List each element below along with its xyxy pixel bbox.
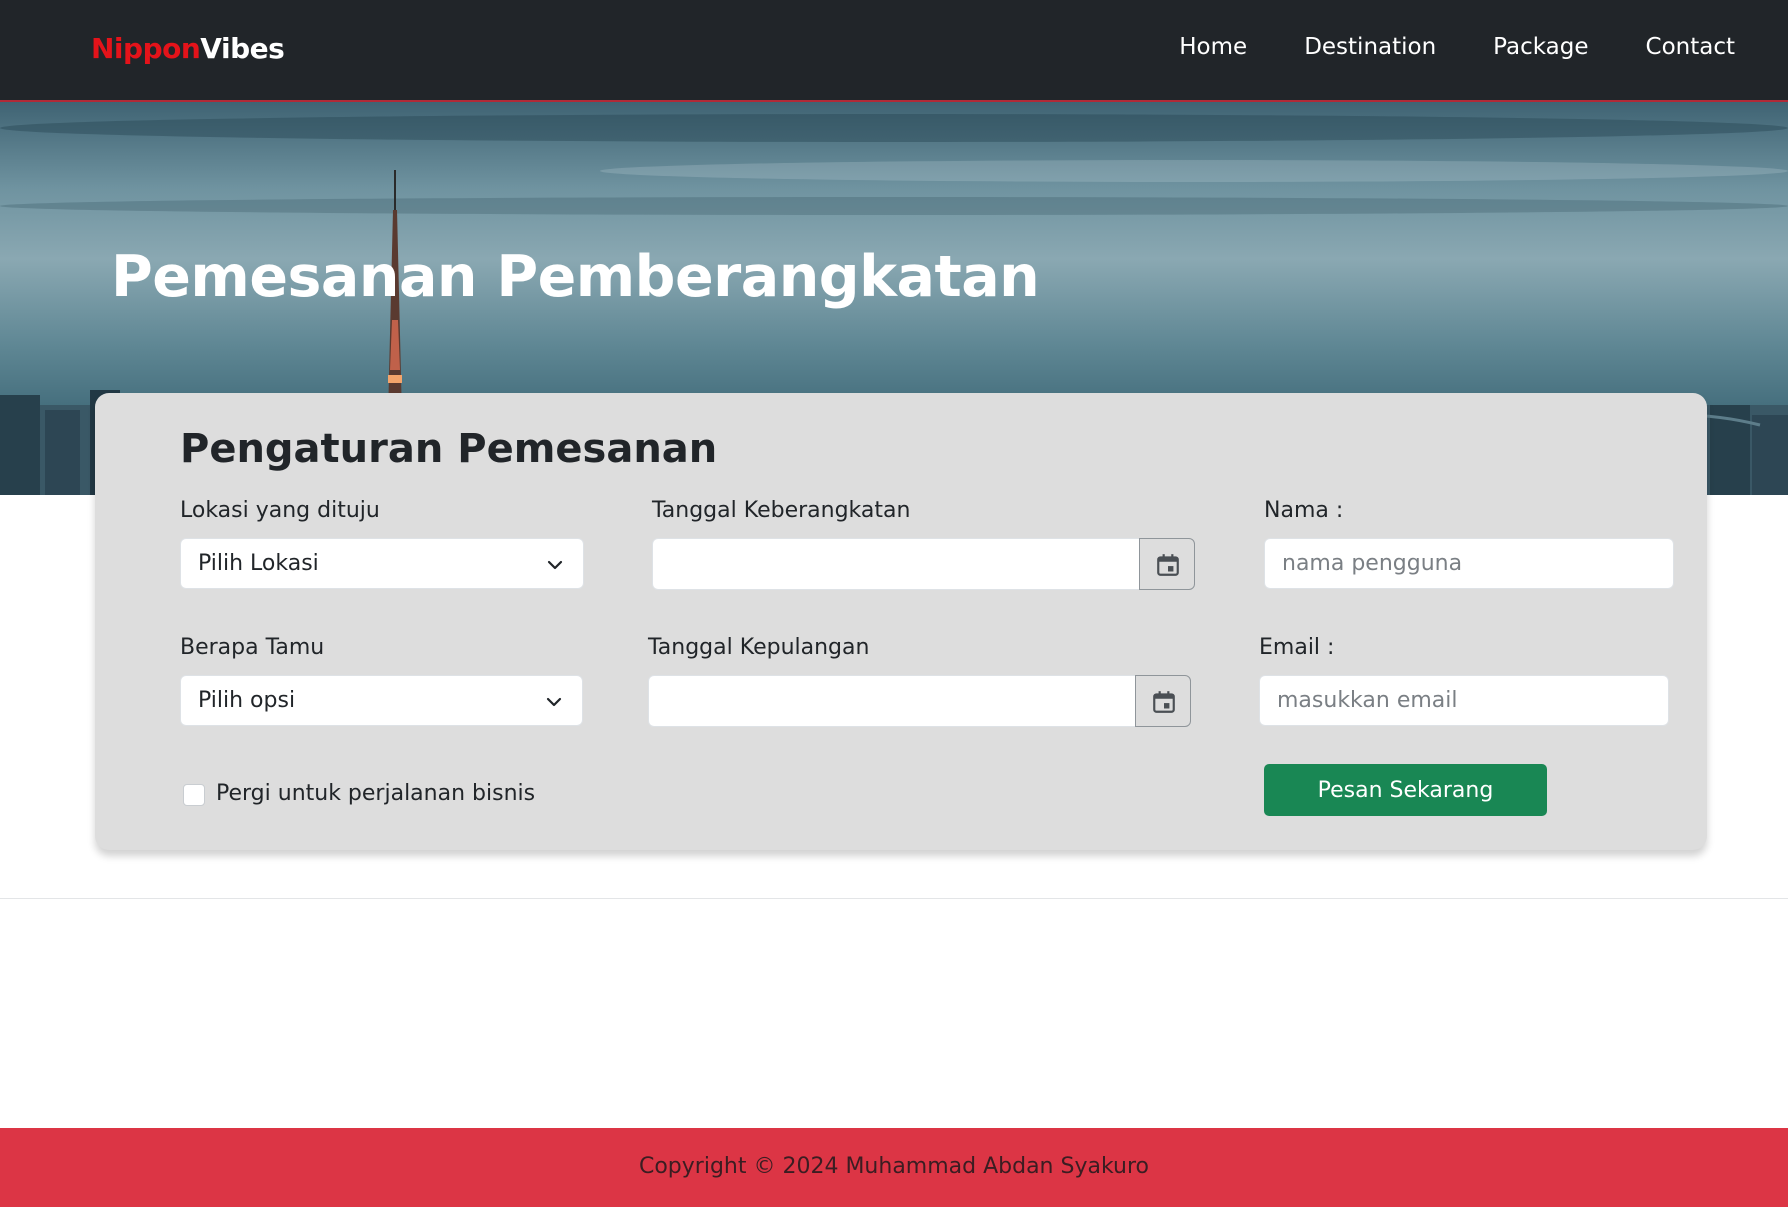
form-title: Pengaturan Pemesanan (180, 426, 718, 472)
location-select-value: Pilih Lokasi (198, 551, 319, 576)
name-input[interactable] (1264, 538, 1674, 589)
departure-date-group (652, 538, 1208, 590)
footer: Copyright © 2024 Muhammad Abdan Syakuro (0, 1128, 1788, 1207)
booking-form-card: Pengaturan Pemesanan Lokasi yang dituju … (95, 393, 1707, 850)
business-trip-checkbox[interactable] (183, 784, 205, 806)
calendar-icon (1153, 691, 1175, 713)
nav-link-destination[interactable]: Destination (1304, 34, 1436, 60)
brand-name-part1: Nippon (91, 32, 201, 65)
chevron-down-icon (547, 560, 563, 570)
email-input[interactable] (1259, 675, 1669, 726)
name-label: Nama : (1264, 498, 1344, 523)
guests-select-value: Pilih opsi (198, 688, 296, 713)
cloud-streak (600, 160, 1788, 182)
section-divider (0, 898, 1788, 899)
departure-date-label: Tanggal Keberangkatan (652, 498, 911, 523)
return-date-label: Tanggal Kepulangan (648, 635, 870, 660)
navbar: NipponVibes Home Destination Package Con… (0, 0, 1788, 102)
location-select[interactable]: Pilih Lokasi (180, 538, 584, 589)
guests-label: Berapa Tamu (180, 635, 325, 660)
email-label: Email : (1259, 635, 1335, 660)
page-title: Pemesanan Pemberangkatan (111, 244, 1040, 310)
location-label: Lokasi yang dituju (180, 498, 380, 523)
brand-logo[interactable]: NipponVibes (91, 32, 285, 65)
departure-date-input[interactable] (652, 538, 1140, 590)
nav-link-home[interactable]: Home (1179, 34, 1247, 60)
brand-name-part2: Vibes (200, 32, 285, 65)
guests-select[interactable]: Pilih opsi (180, 675, 583, 726)
copyright-text: Copyright © 2024 Muhammad Abdan Syakuro (638, 1154, 1149, 1179)
cloud-streak (0, 114, 1788, 142)
submit-booking-button[interactable]: Pesan Sekarang (1264, 764, 1547, 816)
business-trip-label[interactable]: Pergi untuk perjalanan bisnis (216, 781, 535, 806)
nav-link-package[interactable]: Package (1493, 34, 1588, 60)
nav-link-contact[interactable]: Contact (1646, 34, 1735, 60)
cloud-streak (0, 197, 1788, 215)
calendar-icon (1157, 554, 1179, 576)
departure-date-picker-button[interactable] (1139, 538, 1195, 590)
return-date-input[interactable] (648, 675, 1136, 727)
chevron-down-icon (546, 697, 562, 707)
return-date-picker-button[interactable] (1135, 675, 1191, 727)
nav-links: Home Destination Package Contact (1122, 34, 1735, 60)
return-date-group (648, 675, 1204, 727)
